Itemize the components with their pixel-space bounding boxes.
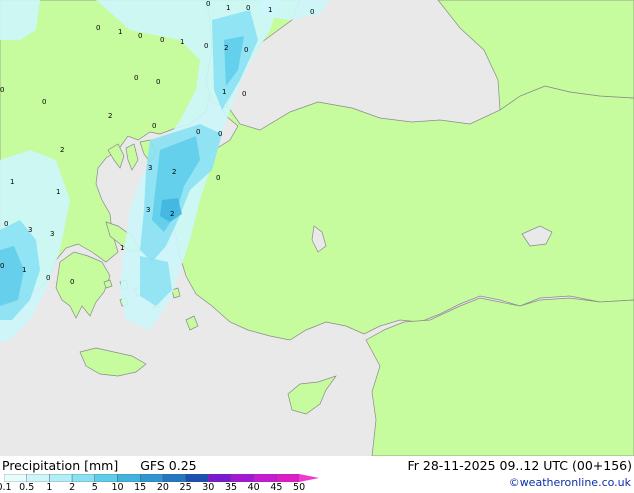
scale-tick-label: 2: [69, 482, 76, 493]
map-value: 3: [50, 230, 54, 238]
map-value: 1: [118, 28, 122, 36]
map-value: 1: [222, 88, 226, 96]
scale-tick-label: 25: [179, 482, 192, 493]
land-levant: [365, 297, 634, 456]
scale-swatch: [185, 474, 209, 482]
map-canvas: 0 1 0 1 0 0 1 0 0 1 0 2 0 0 0 1 0 0 0 2 …: [0, 0, 634, 456]
valid-time: Fr 28-11-2025 09..12 UTC (00+156): [407, 458, 633, 473]
map-value: 1: [10, 178, 14, 186]
map-value: 2: [224, 44, 228, 52]
map-value: 0: [152, 122, 156, 130]
map-value: 2: [108, 112, 112, 120]
map-value: 0: [310, 8, 314, 16]
scale-tick-label: 15: [134, 482, 147, 493]
map-value: 2: [60, 146, 64, 154]
scale-tick-label: 40: [247, 482, 260, 493]
map-value: 1: [120, 244, 124, 252]
map-value: 1: [56, 188, 60, 196]
scale-swatch: [49, 474, 73, 482]
title-left: Precipitation [mm] GFS 0.25: [2, 458, 197, 473]
scale-swatch: [162, 474, 186, 482]
map-value: 0: [46, 274, 50, 282]
precipitation-map: 0 1 0 1 0 0 1 0 0 1 0 2 0 0 0 1 0 0 0 2 …: [0, 0, 634, 456]
map-value: 1: [180, 38, 184, 46]
map-value: 0: [160, 36, 164, 44]
map-value: 0: [70, 278, 74, 286]
scale-swatch: [139, 474, 164, 482]
scale-tick-label: 0.5: [19, 482, 35, 493]
map-value: 0: [138, 32, 142, 40]
map-value: 0: [206, 0, 210, 8]
color-scale: [4, 474, 320, 482]
map-value: 0: [42, 98, 46, 106]
map-value: 1: [226, 4, 230, 12]
scale-ticks: 0.10.5125101520253035404550: [0, 482, 330, 493]
scale-tick-label: 0.1: [0, 482, 12, 493]
scale-swatch: [26, 474, 50, 482]
map-value: 0: [244, 46, 248, 54]
scale-tick-label: 50: [293, 482, 306, 493]
model-label: GFS 0.25: [140, 458, 197, 473]
map-value: 3: [148, 164, 152, 172]
product-label: Precipitation [mm]: [2, 458, 119, 473]
scale-swatch: [253, 474, 277, 482]
scale-tick-label: 30: [202, 482, 215, 493]
map-value: 1: [268, 6, 272, 14]
map-value: 0: [134, 74, 138, 82]
credit-link[interactable]: ©weatheronline.co.uk: [509, 476, 631, 489]
scale-tick-label: 1: [46, 482, 53, 493]
legend-panel: Precipitation [mm] GFS 0.25 Fr 28-11-2025…: [0, 456, 634, 493]
scale-arrow: [299, 474, 320, 482]
map-value: 1: [22, 266, 26, 274]
map-value: 0: [156, 78, 160, 86]
scale-swatch: [208, 474, 232, 482]
map-value: 0: [218, 130, 222, 138]
map-value: 2: [172, 168, 176, 176]
scale-swatch: [71, 474, 95, 482]
map-value: 0: [216, 174, 220, 182]
scale-tick-label: 5: [91, 482, 98, 493]
scale-swatch: [94, 474, 118, 482]
map-value: 0: [4, 220, 8, 228]
map-value: 3: [146, 206, 150, 214]
map-value: 0: [0, 262, 4, 270]
map-value: 0: [0, 86, 4, 94]
scale-tick-label: 20: [156, 482, 169, 493]
map-value: 0: [242, 90, 246, 98]
scale-swatch: [276, 474, 300, 482]
map-value: 0: [96, 24, 100, 32]
scale-tick-label: 45: [270, 482, 283, 493]
scale-swatch: [4, 474, 27, 482]
map-value: 0: [246, 4, 250, 12]
scale-tick-label: 35: [224, 482, 238, 493]
scale-swatch: [117, 474, 141, 482]
map-value: 0: [196, 128, 200, 136]
scale-swatch: [230, 474, 254, 482]
scale-tick-label: 10: [111, 482, 124, 493]
map-value: 0: [204, 42, 208, 50]
map-value: 3: [28, 226, 32, 234]
map-value: 2: [170, 210, 174, 218]
